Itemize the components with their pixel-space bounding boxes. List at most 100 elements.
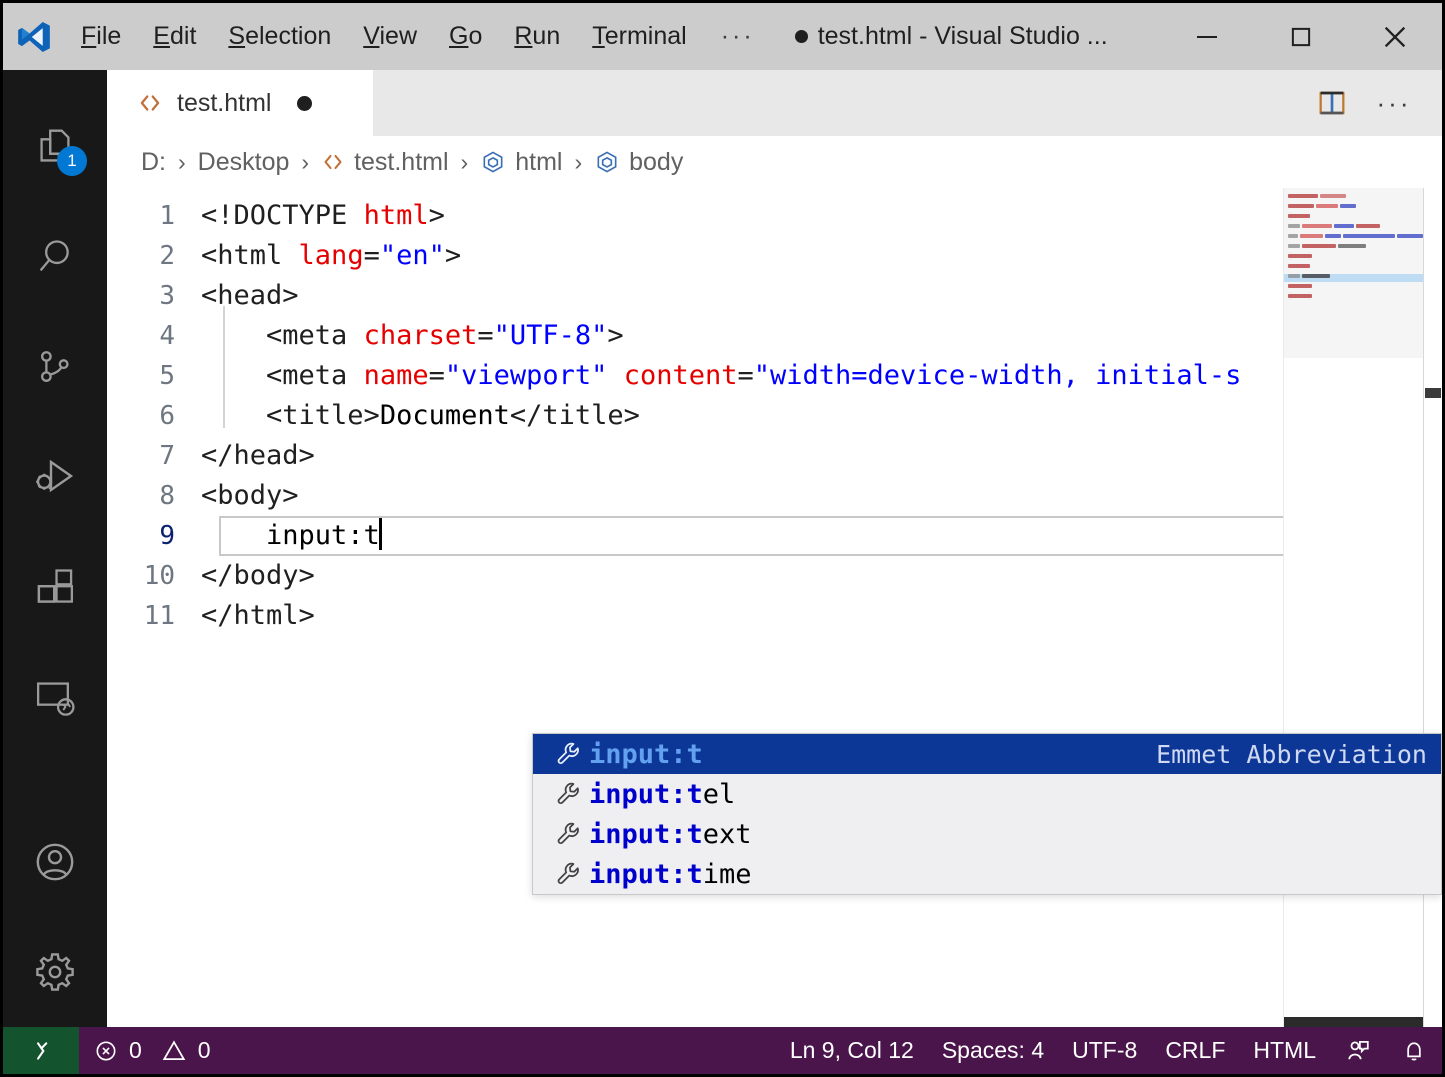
line-number: 3 [159,281,175,311]
html-file-icon [137,90,163,116]
minimap-segment [1288,284,1312,288]
line-number: 7 [159,441,175,471]
maximize-button[interactable] [1254,3,1348,70]
status-notifications-button[interactable] [1386,1027,1442,1074]
code-line[interactable]: 3 <head> [107,276,1283,316]
code-line[interactable]: 8 <body> [107,476,1283,516]
minimap-horizontal-scrollbar[interactable] [1284,1017,1424,1027]
suggest-item[interactable]: input:time [533,854,1441,894]
problems-status[interactable]: 0 0 [79,1027,225,1074]
suggest-item-label: input:tel [589,779,1427,810]
menu-selection-mnemonic: S [228,22,246,50]
minimap-line [1284,244,1423,251]
minimap-segment [1288,214,1310,218]
code-line[interactable]: 6 <title>Document</title> [107,396,1283,436]
suggest-item-label: input:text [589,819,1427,850]
code-line-text: <head> [197,276,1283,316]
gear-icon [36,953,74,991]
menu-edit[interactable]: Edit [137,18,212,55]
line-number: 9 [159,521,175,551]
explorer-badge: 1 [57,146,87,176]
status-feedback-button[interactable] [1330,1027,1386,1074]
sidebar-item-search[interactable] [3,202,107,312]
sidebar-item-accounts[interactable] [3,807,107,917]
sidebar-item-remote-explorer[interactable] [3,642,107,752]
menu-terminal[interactable]: Terminal [576,18,702,55]
breadcrumb-item-folder[interactable]: Desktop [194,148,294,177]
minimap-segment [1288,274,1300,278]
minimap-line [1284,254,1423,261]
wrench-icon [549,820,589,848]
status-encoding[interactable]: UTF-8 [1058,1027,1151,1074]
error-icon [96,1041,116,1060]
window-dirty-indicator [794,30,808,43]
menu-go-mnemonic: G [449,22,469,50]
code-line[interactable]: 4 <meta charset="UTF-8"> [107,316,1283,356]
code-line[interactable]: 7 </head> [107,436,1283,476]
editor-group: test.html ··· D: › Desktop › test.html ›… [107,70,1442,1027]
sidebar-item-source-control[interactable] [3,312,107,422]
status-cursor-position[interactable]: Ln 9, Col 12 [776,1027,928,1074]
editor-vertical-scrollbar[interactable] [1423,188,1442,1027]
code-token: <html [201,240,299,271]
breadcrumb-item-html[interactable]: html [476,148,566,177]
minimap-line [1284,194,1423,201]
code-line[interactable]: 5 <meta name="viewport" content="width=d… [107,356,1283,396]
bell-icon [1407,1041,1421,1060]
menu-run-mnemonic: R [514,22,533,50]
breadcrumb-item-body[interactable]: body [590,148,687,177]
code-line[interactable]: 10 </body> [107,556,1283,596]
code-line-text: <title>Document</title> [197,396,1283,436]
code-area[interactable]: 1 <!DOCTYPE html> 2 <html lang="en"> 3 <head>… [107,188,1283,1027]
code-token: content [623,360,738,391]
menu-more-button[interactable]: ··· [703,24,773,49]
sidebar-item-extensions[interactable] [3,532,107,642]
tab-test-html[interactable]: test.html [107,70,374,136]
status-language-mode[interactable]: HTML [1239,1027,1330,1074]
status-bar: 0 0 Ln 9, Col 12 Spaces: 4 UTF-8 CRLF HT… [3,1027,1442,1074]
menu-file[interactable]: File [65,18,137,55]
minimap-segment [1288,254,1312,258]
minimize-button[interactable] [1160,3,1254,70]
code-token: > [428,200,445,231]
menu-selection[interactable]: Selection [212,18,347,55]
breadcrumb: D: › Desktop › test.html › html › body [107,136,1442,188]
sidebar-item-settings[interactable] [3,917,107,1027]
status-indentation[interactable]: Spaces: 4 [928,1027,1058,1074]
breadcrumb-item-drive[interactable]: D: [137,148,170,177]
remote-indicator-button[interactable] [3,1027,79,1074]
code-line[interactable]: 11 </html> [107,596,1283,636]
suggest-item[interactable]: input:tel [533,774,1441,814]
code-line-current[interactable]: 9 input:t [107,516,1283,556]
suggest-item[interactable]: input:text [533,814,1441,854]
suggest-item[interactable]: input:t Emmet Abbreviation [533,734,1441,774]
suggest-widget[interactable]: input:t Emmet Abbreviation input:tel input:… [532,733,1442,895]
minimap-segment [1340,204,1356,208]
minimap-line [1284,204,1423,211]
remote-explorer-icon [36,682,75,716]
menu-view[interactable]: View [347,18,433,55]
minimap-line [1284,234,1423,241]
line-number: 8 [159,481,175,511]
search-icon [39,240,69,272]
minimap-segment [1288,264,1310,268]
scrollbar-thumb[interactable] [1425,388,1441,398]
minimap[interactable] [1283,188,1424,1027]
breadcrumb-item-file[interactable]: test.html [317,148,452,177]
remote-icon [37,1041,48,1060]
tab-dirty-indicator[interactable] [297,95,313,111]
sidebar-item-explorer[interactable]: 1 [3,92,107,202]
status-eol[interactable]: CRLF [1151,1027,1239,1074]
breadcrumb-separator-4: › [574,148,583,175]
code-line[interactable]: 2 <html lang="en"> [107,236,1283,276]
menu-run[interactable]: Run [498,18,576,55]
close-button[interactable] [1348,3,1442,70]
sidebar-item-run-and-debug[interactable] [3,422,107,532]
menu-go[interactable]: Go [433,18,498,55]
code-line[interactable]: 1 <!DOCTYPE html> [107,196,1283,236]
code-line-text: <html lang="en"> [197,236,1283,276]
split-editor-button[interactable] [1306,77,1358,129]
code-lines[interactable]: 1 <!DOCTYPE html> 2 <html lang="en"> 3 <head>… [107,188,1283,636]
editor-more-actions-button[interactable]: ··· [1368,77,1420,129]
